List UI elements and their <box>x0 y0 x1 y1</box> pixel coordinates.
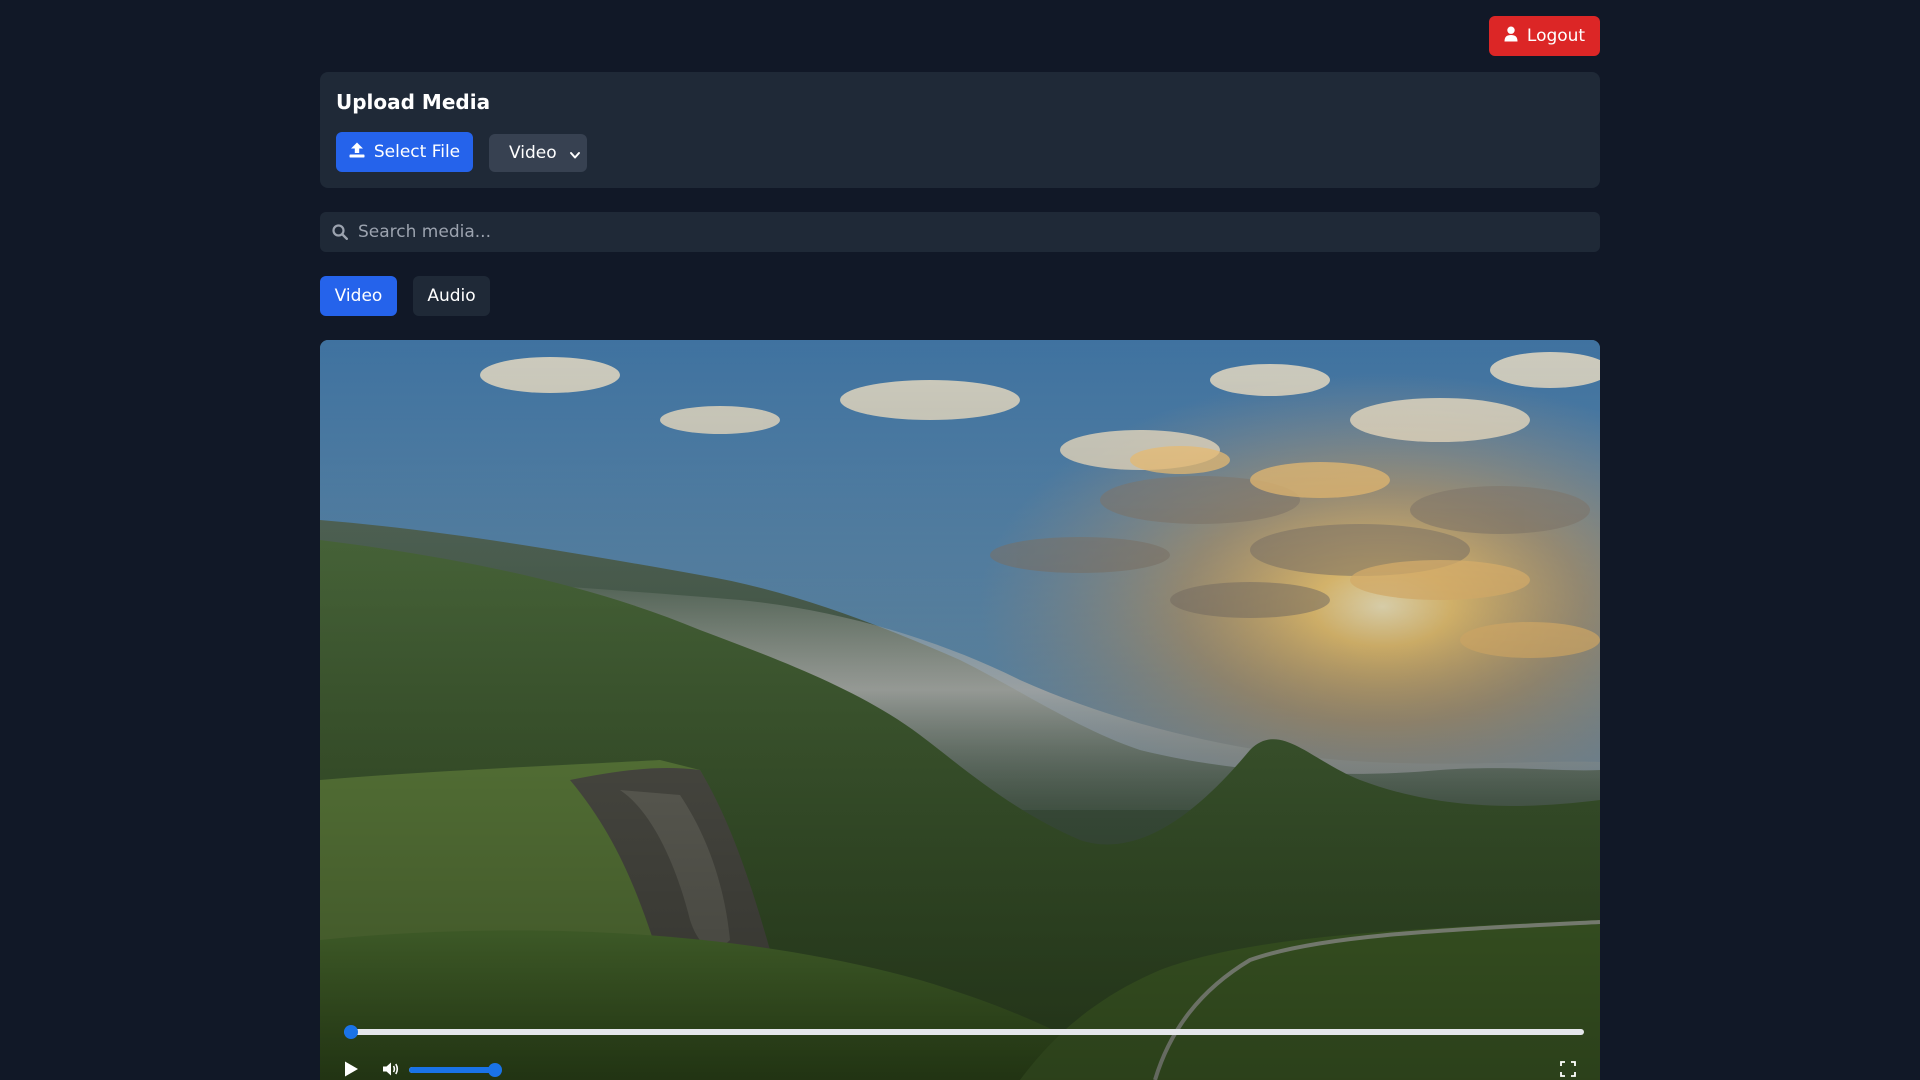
seek-bar[interactable] <box>344 1025 1584 1039</box>
play-icon[interactable] <box>342 1060 360 1080</box>
logout-label: Logout <box>1526 26 1586 46</box>
chevron-down-icon <box>569 146 581 166</box>
volume-thumb[interactable] <box>488 1063 502 1077</box>
tab-video[interactable]: Video <box>320 276 397 316</box>
upload-media-panel: Upload Media Select File Video <box>320 72 1600 188</box>
select-file-label: Select File <box>373 142 461 162</box>
volume-slider[interactable] <box>409 1063 502 1077</box>
upload-title: Upload Media <box>336 90 491 114</box>
fullscreen-icon[interactable] <box>1560 1061 1576 1080</box>
upload-icon <box>349 142 365 163</box>
volume-icon[interactable] <box>382 1061 400 1080</box>
search-input[interactable] <box>358 212 1588 252</box>
search-icon <box>332 224 348 244</box>
volume-level <box>409 1067 495 1073</box>
media-type-select[interactable]: Video <box>489 134 587 172</box>
logout-button[interactable]: Logout <box>1489 16 1600 56</box>
tab-video-label: Video <box>334 286 383 306</box>
search-bar <box>320 212 1600 252</box>
media-type-value: Video <box>509 143 557 163</box>
tab-audio-label: Audio <box>427 286 476 306</box>
seek-thumb[interactable] <box>344 1025 358 1039</box>
select-file-button[interactable]: Select File <box>336 132 473 172</box>
video-player[interactable] <box>320 340 1600 1080</box>
user-icon <box>1504 26 1518 47</box>
video-frame <box>320 340 1600 1080</box>
tab-audio[interactable]: Audio <box>413 276 490 316</box>
